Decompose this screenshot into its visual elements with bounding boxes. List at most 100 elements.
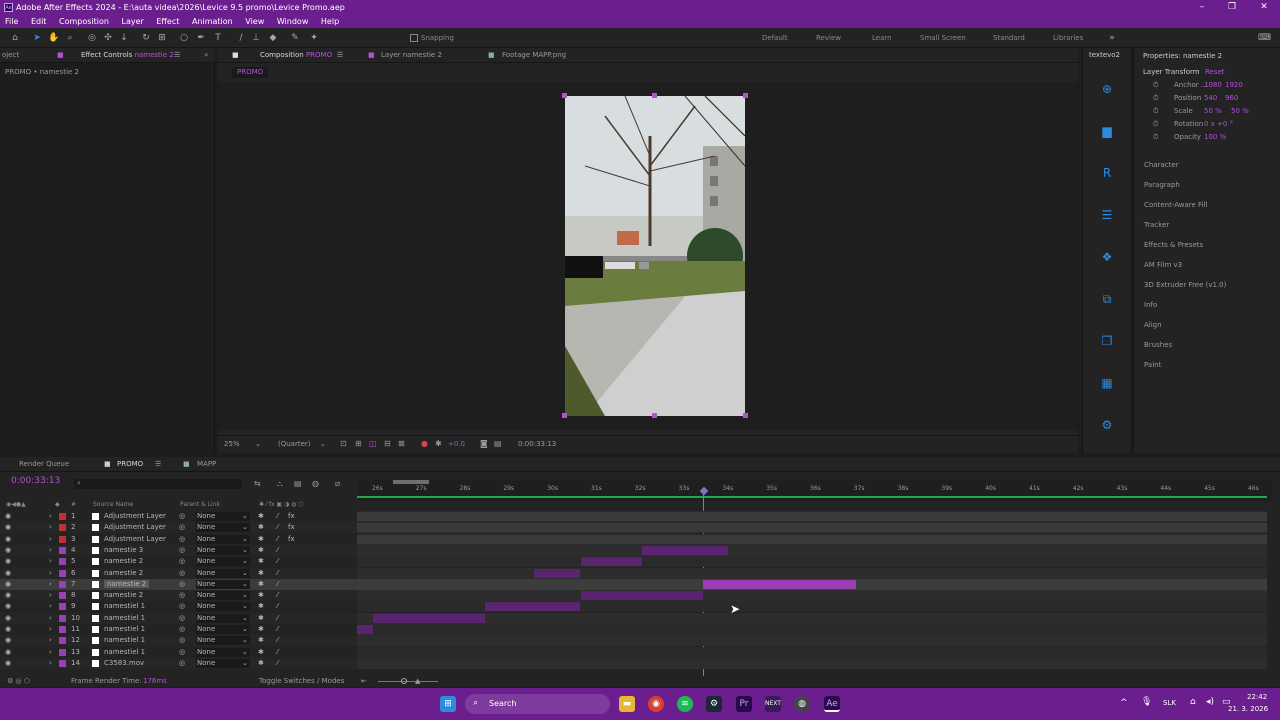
text-icon[interactable]: R bbox=[1099, 166, 1115, 180]
layer-source-name[interactable]: namestie 3 bbox=[104, 546, 143, 554]
opacity-value[interactable]: 100 % bbox=[1204, 133, 1226, 141]
align-icon[interactable]: ☰ bbox=[1099, 208, 1115, 222]
zoom-slider[interactable] bbox=[378, 681, 438, 682]
parent-chevron-icon[interactable]: ⌄ bbox=[242, 602, 248, 610]
menu-file[interactable]: File bbox=[0, 15, 23, 26]
shy-switch-icon[interactable]: ✱ bbox=[258, 569, 264, 577]
panel-paint[interactable]: Paint bbox=[1144, 361, 1272, 369]
parent-chevron-icon[interactable]: ⌄ bbox=[242, 569, 248, 577]
layer-source-name[interactable]: namestiel 1 bbox=[104, 636, 145, 644]
panel-tracker[interactable]: Tracker bbox=[1144, 221, 1272, 229]
layer-source-name[interactable]: namestie 2 bbox=[104, 569, 143, 577]
parent-chevron-icon[interactable]: ⌄ bbox=[242, 535, 248, 543]
parent-chevron-icon[interactable]: ⌄ bbox=[242, 523, 248, 531]
label-color-swatch[interactable] bbox=[59, 535, 66, 543]
expand-panel-icon[interactable]: » bbox=[204, 51, 208, 59]
orbit-camera-icon[interactable]: ◎ bbox=[86, 32, 98, 44]
visibility-eye-icon[interactable]: ◉ bbox=[5, 569, 11, 577]
expand-twirl-icon[interactable]: › bbox=[49, 523, 52, 531]
panel-menu-icon[interactable]: ☰ bbox=[337, 51, 343, 59]
spotify-icon[interactable]: ≋ bbox=[677, 696, 693, 712]
handle-bottom-right[interactable] bbox=[743, 413, 748, 418]
parent-chevron-icon[interactable]: ⌄ bbox=[242, 591, 248, 599]
shy-switch-icon[interactable]: ✱ bbox=[258, 614, 264, 622]
layer-track[interactable] bbox=[357, 601, 1267, 613]
pick-whip-icon[interactable]: ◎ bbox=[179, 636, 185, 644]
add-icon[interactable]: ⊕ bbox=[1099, 82, 1115, 96]
pick-whip-icon[interactable]: ◎ bbox=[179, 523, 185, 531]
workspace-default[interactable]: Default bbox=[762, 34, 788, 42]
menu-composition[interactable]: Composition bbox=[54, 15, 114, 26]
expand-twirl-icon[interactable]: › bbox=[49, 591, 52, 599]
pick-whip-icon[interactable]: ◎ bbox=[179, 625, 185, 633]
layer-row[interactable]: ◉ › 13 namestiel 1 ◎ None ⌄ ✱ ⁄ bbox=[0, 646, 357, 658]
quality-switch-icon[interactable]: ⁄ bbox=[277, 648, 278, 656]
layer-track[interactable] bbox=[357, 544, 1267, 556]
home-icon[interactable]: ⌂ bbox=[9, 32, 21, 44]
current-time[interactable]: 0:00:33:13 bbox=[518, 440, 556, 448]
label-color-swatch[interactable] bbox=[59, 558, 66, 566]
pick-whip-icon[interactable]: ◎ bbox=[179, 569, 185, 577]
layer-search-input[interactable]: ⌕ bbox=[74, 479, 242, 489]
layer-track[interactable] bbox=[357, 612, 1267, 624]
layer-duration-bar[interactable] bbox=[357, 523, 1267, 533]
network-icon[interactable]: ⌂ bbox=[1190, 697, 1196, 707]
panel-3d-extruder[interactable]: 3D Extruder Free (v1.0) bbox=[1144, 281, 1272, 289]
expand-twirl-icon[interactable]: › bbox=[49, 569, 52, 577]
clone-stamp-tool-icon[interactable]: ⊥ bbox=[250, 32, 262, 44]
layer-track[interactable] bbox=[357, 522, 1267, 534]
shy-switch-icon[interactable]: ✱ bbox=[258, 648, 264, 656]
label-color-swatch[interactable] bbox=[59, 626, 66, 633]
layer-track[interactable] bbox=[357, 646, 1267, 658]
layer-row[interactable]: ◉ › 3 Adjustment Layer ◎ None ⌄ ✱ ⁄ fx bbox=[0, 533, 357, 545]
close-icon[interactable]: ✕ bbox=[1254, 1, 1274, 13]
selection-tool-icon[interactable]: ➤ bbox=[31, 32, 43, 44]
snapping-checkbox[interactable] bbox=[410, 34, 418, 42]
visibility-eye-icon[interactable]: ◉ bbox=[5, 648, 11, 656]
quality-switch-icon[interactable]: ⁄ bbox=[277, 591, 278, 599]
visibility-eye-icon[interactable]: ◉ bbox=[5, 557, 11, 565]
minimize-icon[interactable]: – bbox=[1192, 1, 1212, 13]
layer-row[interactable]: ◉ › 9 namestiel 1 ◎ None ⌄ ✱ ⁄ bbox=[0, 601, 357, 613]
layer-source-name[interactable]: namestiel 1 bbox=[104, 602, 145, 610]
rotation-tool-icon[interactable]: ↻ bbox=[140, 32, 152, 44]
shy-switch-icon[interactable]: ✱ bbox=[258, 523, 264, 531]
resolution-chevron-icon[interactable]: ⌄ bbox=[320, 440, 326, 448]
layer-track[interactable] bbox=[357, 556, 1267, 568]
layer-source-name[interactable]: Adjustment Layer bbox=[104, 535, 166, 543]
shy-switch-icon[interactable]: ✱ bbox=[258, 546, 264, 554]
visibility-eye-icon[interactable]: ◉ bbox=[5, 512, 11, 520]
frame-blending-icon[interactable]: ▤ bbox=[294, 479, 302, 488]
exposure-icon[interactable]: ✱ bbox=[435, 439, 442, 448]
grid-icon[interactable]: ⊠ bbox=[398, 439, 405, 448]
pan-behind-tool-icon[interactable]: ⊞ bbox=[156, 32, 168, 44]
language-indicator[interactable]: SLK bbox=[1163, 699, 1176, 707]
panel-effects-presets[interactable]: Effects & Presets bbox=[1144, 241, 1272, 249]
visibility-eye-icon[interactable]: ◉ bbox=[5, 580, 11, 588]
zoom-out-icon[interactable]: ⇤ bbox=[361, 677, 367, 685]
copy-icon[interactable]: ❐ bbox=[1099, 334, 1115, 348]
pick-whip-icon[interactable]: ◎ bbox=[179, 602, 185, 610]
panel-character[interactable]: Character bbox=[1144, 161, 1272, 169]
graph-editor-icon[interactable]: ⧄ bbox=[335, 479, 340, 489]
pick-whip-icon[interactable]: ◎ bbox=[179, 580, 185, 588]
search-help-icon[interactable]: ⌨ bbox=[1258, 32, 1271, 44]
expand-twirl-icon[interactable]: › bbox=[49, 625, 52, 633]
label-color-swatch[interactable] bbox=[59, 648, 66, 656]
anchor-y[interactable]: 1920 bbox=[1225, 81, 1243, 89]
expand-twirl-icon[interactable]: › bbox=[49, 580, 52, 588]
stopwatch-icon[interactable]: ⏱ bbox=[1153, 81, 1158, 90]
quality-switch-icon[interactable]: ⁄ bbox=[277, 625, 278, 633]
fx-switch-icon[interactable]: fx bbox=[288, 523, 295, 531]
zoom-tool-icon[interactable]: ⌕ bbox=[64, 32, 76, 44]
guides-icon[interactable]: ⊟ bbox=[384, 439, 391, 448]
layer-row[interactable]: ◉ › 14 C3583.mov ◎ None ⌄ ✱ ⁄ bbox=[0, 657, 357, 669]
shy-switch-icon[interactable]: ✱ bbox=[258, 659, 264, 667]
visibility-eye-icon[interactable]: ◉ bbox=[5, 659, 11, 667]
chrome-icon[interactable]: ◉ bbox=[648, 696, 664, 712]
layer-row[interactable]: ◉ › 2 Adjustment Layer ◎ None ⌄ ✱ ⁄ fx bbox=[0, 522, 357, 534]
rotation-value[interactable]: 0 x +0 ° bbox=[1204, 120, 1233, 128]
expand-twirl-icon[interactable]: › bbox=[49, 614, 52, 622]
quality-switch-icon[interactable]: ⁄ bbox=[277, 512, 278, 520]
layer-duration-bar[interactable] bbox=[357, 534, 1267, 544]
